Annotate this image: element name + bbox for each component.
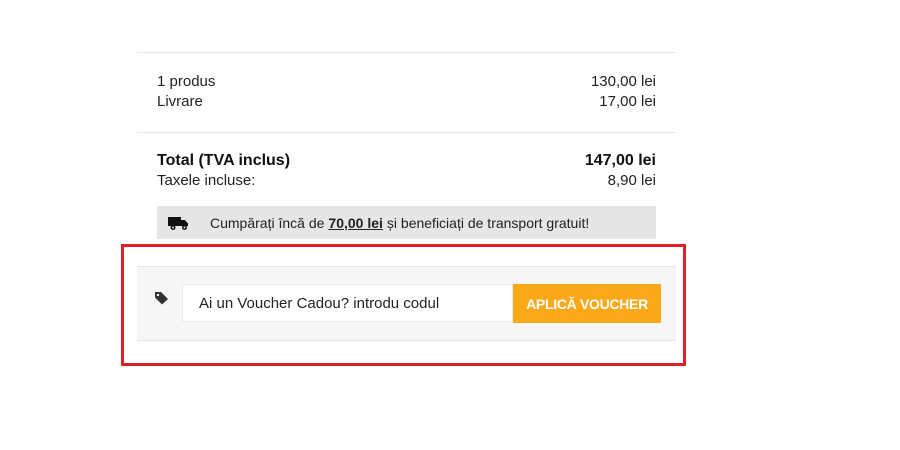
free-shipping-text-after: și beneficiați de transport gratuit! [386, 214, 590, 231]
total-value: 147,00 lei [584, 152, 656, 169]
products-label: 1 produs [157, 73, 216, 90]
taxes-value: 8,90 lei [607, 172, 656, 189]
free-shipping-text-before: Cumpărați încă de [210, 214, 325, 231]
taxes-label: Taxele incluse: [157, 172, 256, 189]
free-shipping-notice: Cumpărați încă de 70,00 lei și beneficia… [157, 206, 656, 239]
products-value: 130,00 lei [590, 73, 656, 90]
tag-icon [154, 291, 170, 305]
total-label: Total (TVA inclus) [157, 152, 291, 169]
voucher-code-input[interactable] [182, 284, 513, 322]
cart-totals: Total (TVA inclus) 147,00 lei Taxele inc… [137, 133, 676, 191]
total-row: Total (TVA inclus) 147,00 lei [137, 151, 676, 171]
voucher-section: APLICĂ VOUCHER [137, 266, 676, 341]
shipping-label: Livrare [157, 93, 203, 110]
shipping-value: 17,00 lei [599, 93, 656, 110]
cart-summary-panel: 1 produs 130,00 lei Livrare 17,00 lei To… [137, 52, 676, 239]
apply-voucher-button[interactable]: APLICĂ VOUCHER [513, 284, 661, 323]
cart-subtotals: 1 produs 130,00 lei Livrare 17,00 lei [137, 53, 676, 133]
shipping-row: Livrare 17,00 lei [137, 92, 676, 112]
truck-icon [168, 215, 190, 231]
products-row: 1 produs 130,00 lei [137, 72, 676, 92]
taxes-row: Taxele incluse: 8,90 lei [137, 171, 676, 191]
free-shipping-amount: 70,00 lei [328, 214, 383, 231]
